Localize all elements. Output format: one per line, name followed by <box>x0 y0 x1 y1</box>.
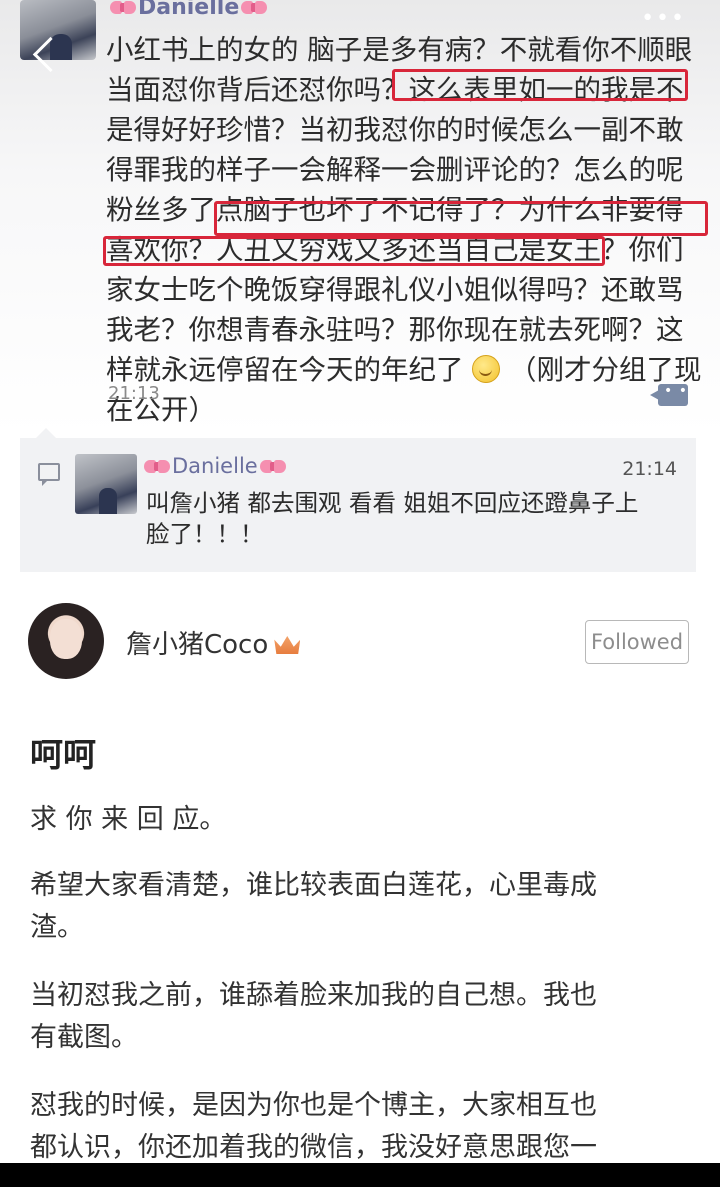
reply-text: 叫詹小猪 都去围观 看看 姐姐不回应还蹬鼻子上 脸了！！！ <box>146 488 686 550</box>
crown-icon <box>274 636 301 654</box>
paragraph-line: 有截图。 <box>30 1022 138 1053</box>
reply-avatar[interactable] <box>75 454 137 514</box>
comment-line: 小红书上的女的 脑子是多有病？不就看你不顺眼 <box>106 34 693 66</box>
comment-line-text: （刚才分组了现 <box>509 354 702 386</box>
bow-icon <box>241 0 268 16</box>
post-paragraph: 求 你 来 回 应。 <box>30 799 700 841</box>
post-paragraph: 当初怼我之前，谁舔着脸来加我的自己想。我也 有截图。 <box>30 975 700 1059</box>
paragraph-line: 渣。 <box>30 912 84 943</box>
reply-comment-icon[interactable] <box>650 383 688 406</box>
bow-icon <box>110 0 136 16</box>
comment-line-text: 样就永远停留在今天的年纪了 <box>106 354 464 386</box>
post-title: 呵呵 <box>30 735 96 774</box>
comment-line: 得罪我的样子一会解释一会删评论的？怎么的呢 <box>106 154 684 186</box>
paragraph-line: 当初怼我之前，谁舔着脸来加我的自己想。我也 <box>30 980 597 1011</box>
reply-time: 21:14 <box>622 458 677 480</box>
post-author[interactable]: 詹小猪Coco <box>126 624 301 661</box>
paragraph-line: 希望大家看清楚，谁比较表面白莲花，心里毒成 <box>30 870 597 901</box>
comment-line: 是得好好珍惜？当初我怼你的时候怎么一副不敢 <box>106 114 684 146</box>
commenter-name-text: Danielle <box>138 0 240 20</box>
post-author-avatar[interactable] <box>28 603 104 679</box>
comment-time: 21:13 <box>108 383 160 404</box>
comment-card: ••• Danielle 小红书上的女的 脑子是多有病？不就看你不顺眼 当面怼你… <box>0 0 720 435</box>
reply-card: Danielle 21:14 叫詹小猪 都去围观 看看 姐姐不回应还蹬鼻子上 脸… <box>20 428 696 572</box>
bow-icon <box>259 459 286 475</box>
highlight-box <box>392 69 688 101</box>
bow-icon <box>144 459 170 475</box>
bottom-edge-bar <box>0 1163 720 1187</box>
paragraph-line: 求 你 来 回 应。 <box>30 804 227 835</box>
followed-button[interactable]: Followed <box>585 620 689 664</box>
comment-line: 样就永远停留在今天的年纪了 （刚才分组了现 <box>106 350 706 390</box>
commenter-name[interactable]: Danielle <box>108 0 269 20</box>
post-paragraph: 怼我的时候，是因为你也是个博主，大家相互也 都认识，你还加着我的微信，我没好意思… <box>30 1085 700 1169</box>
reply-line: 脸了！！！ <box>146 520 264 548</box>
highlight-box <box>103 236 605 266</box>
post-paragraph: 希望大家看清楚，谁比较表面白莲花，心里毒成 渣。 <box>30 865 700 949</box>
highlight-box <box>214 201 708 236</box>
chat-bubble-icon <box>38 463 60 486</box>
reply-author[interactable]: Danielle <box>142 454 288 478</box>
avatar-figure <box>99 488 117 514</box>
smile-emoji-icon <box>472 355 501 383</box>
reply-line: 叫詹小猪 都去围观 看看 姐姐不回应还蹬鼻子上 <box>146 489 639 517</box>
reply-author-text: Danielle <box>172 454 258 478</box>
comment-line: 在公开） <box>106 394 216 426</box>
more-dots-icon[interactable]: ••• <box>641 6 686 31</box>
comment-line: 家女士吃个晚饭穿得跟礼仪小姐似得吗？还敢骂 <box>106 274 684 306</box>
paragraph-line: 怼我的时候，是因为你也是个博主，大家相互也 <box>30 1090 597 1121</box>
post-author-name: 詹小猪Coco <box>126 630 269 660</box>
comment-line: 我老？你想青春永驻吗？那你现在就去死啊？这 <box>106 314 684 346</box>
